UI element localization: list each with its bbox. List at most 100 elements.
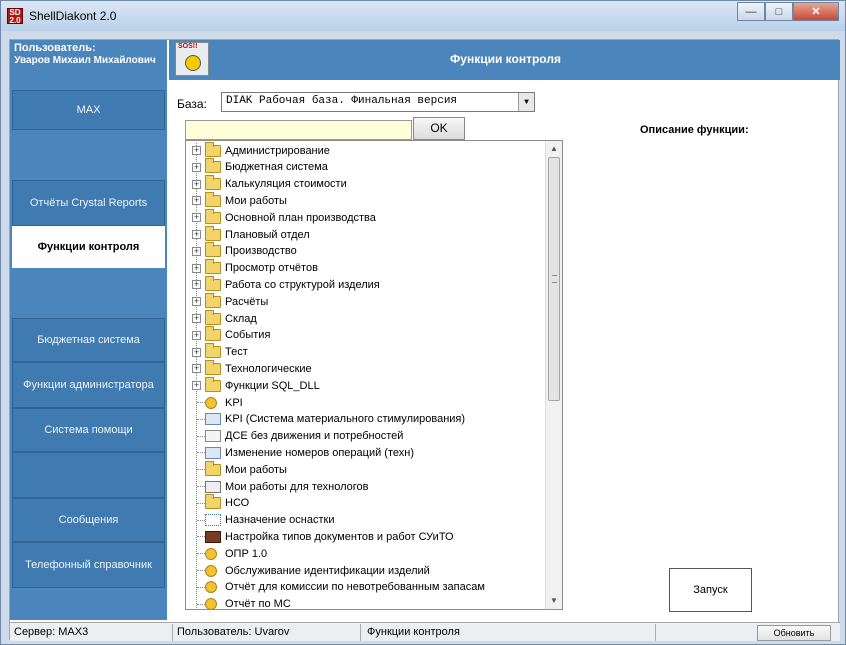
sidebar-item-max[interactable]: MAX: [12, 90, 165, 130]
expand-icon[interactable]: +: [192, 314, 201, 323]
refresh-button[interactable]: Обновить: [757, 625, 831, 641]
expand-icon[interactable]: +: [192, 179, 201, 189]
tree-connector: [197, 402, 205, 403]
tree-item[interactable]: ДСЕ без движения и потребностей: [186, 428, 546, 445]
scroll-up-icon[interactable]: ▲: [546, 141, 562, 157]
tree-item[interactable]: Обслуживание идентификации изделий: [186, 562, 546, 579]
tree-group-label: Администрирование: [225, 144, 330, 157]
expand-icon[interactable]: +: [192, 230, 201, 239]
chevron-down-icon[interactable]: ▼: [518, 93, 534, 111]
tree-group[interactable]: + События: [186, 326, 546, 344]
tree-item[interactable]: Мои работы для технологов: [186, 478, 546, 495]
tree-group[interactable]: + Основной план производства: [186, 208, 546, 226]
expand-icon[interactable]: +: [192, 347, 201, 357]
tree-item[interactable]: Отчёт для комиссии по невотребованным за…: [186, 579, 546, 596]
tree-item[interactable]: Изменение номеров операций (техн): [186, 444, 546, 461]
run-button[interactable]: Запуск: [669, 568, 752, 612]
description-label: Описание функции:: [640, 124, 749, 136]
close-button[interactable]: ✕: [793, 2, 839, 21]
tree-item[interactable]: Мои работы: [186, 460, 546, 478]
expand-icon[interactable]: +: [192, 246, 201, 256]
tree-item[interactable]: НСО: [186, 494, 546, 512]
folder-icon: [205, 242, 221, 258]
tree-scrollbar[interactable]: ▲ ▼: [545, 141, 562, 609]
tree-group[interactable]: + Функции SQL_DLL: [186, 376, 546, 394]
expand-icon[interactable]: +: [192, 213, 201, 223]
tree-connector: [197, 570, 205, 571]
sidebar-item-messages[interactable]: Сообщения: [12, 498, 165, 542]
tree-item[interactable]: Отчёт по МС: [186, 596, 546, 609]
tree-connector: [197, 486, 205, 487]
base-select[interactable]: DIAK Рабочая база. Финальная версия ▼: [221, 92, 535, 112]
sidebar-item-budget-system[interactable]: Бюджетная система: [12, 318, 165, 362]
tree-item[interactable]: KPI: [186, 394, 546, 411]
scroll-down-icon[interactable]: ▼: [546, 593, 562, 609]
tree-group[interactable]: + Плановый отдел: [186, 225, 546, 243]
expand-icon[interactable]: +: [192, 146, 201, 155]
tree-group[interactable]: + Работа со структурой изделия: [186, 275, 546, 293]
app-window: SD 2.0 ShellDiakont 2.0 — □ ✕ Пользовате…: [0, 0, 846, 645]
sidebar-item-phonebook[interactable]: Телефонный справочник: [12, 542, 165, 588]
sidebar-item-admin-functions[interactable]: Функции администратора: [12, 362, 165, 408]
tree-item[interactable]: KPI (Система материального стимулировани…: [186, 411, 546, 428]
sidebar-item-crystal-reports[interactable]: Отчёты Crystal Reports: [12, 180, 165, 226]
expand-icon[interactable]: +: [192, 162, 201, 172]
tree-item-label: KPI: [225, 396, 243, 409]
tree-group-label: Тест: [225, 346, 248, 359]
tree-group[interactable]: + Производство: [186, 242, 546, 260]
tree-group[interactable]: + Калькуляция стоимости: [186, 175, 546, 193]
expand-icon[interactable]: +: [192, 297, 201, 307]
edit-icon: [205, 430, 221, 443]
title-bar[interactable]: SD 2.0 ShellDiakont 2.0 — □ ✕: [1, 1, 845, 31]
tree-group-label: Мои работы: [225, 194, 287, 207]
key-icon: [205, 581, 217, 594]
expand-icon[interactable]: +: [192, 330, 201, 340]
tree-connector: [197, 536, 205, 538]
tree-item-label: Настройка типов документов и работ СУиТО: [225, 530, 454, 543]
tree-group[interactable]: + Склад: [186, 309, 546, 327]
tree-group[interactable]: + Администрирование: [186, 141, 546, 159]
tree-group[interactable]: + Тест: [186, 343, 546, 361]
tree-group-label: Калькуляция стоимости: [225, 178, 347, 191]
tree-connector: [197, 586, 205, 588]
expand-icon[interactable]: +: [192, 381, 201, 391]
client-area: Пользователь: Уваров Михаил Михайлович M…: [9, 39, 840, 641]
tree-group[interactable]: + Просмотр отчётов: [186, 259, 546, 277]
tree-group-label: Расчёты: [225, 295, 269, 308]
tree-group[interactable]: + Расчёты: [186, 292, 546, 310]
tree-item-label: Обслуживание идентификации изделий: [225, 564, 430, 577]
tree-item-label: ОПР 1.0: [225, 547, 268, 560]
sidebar-item-blank[interactable]: [12, 452, 165, 498]
folder-icon: [205, 494, 221, 510]
expand-icon[interactable]: +: [192, 364, 201, 374]
sidebar-item-control-functions[interactable]: Функции контроля: [12, 226, 165, 268]
tree-group[interactable]: + Бюджетная система: [186, 158, 546, 176]
minimize-button[interactable]: —: [737, 2, 765, 21]
window-title: ShellDiakont 2.0: [29, 9, 117, 23]
tree-item[interactable]: Настройка типов документов и работ СУиТО: [186, 528, 546, 545]
network-icon: [205, 514, 221, 527]
folder-icon: [205, 359, 221, 375]
book-icon: [205, 530, 221, 543]
search-input[interactable]: [185, 120, 412, 140]
key-icon: [205, 564, 217, 577]
tree-group[interactable]: + Технологические: [186, 359, 546, 377]
form-icon: [205, 413, 221, 426]
tree-item[interactable]: Назначение оснастки: [186, 512, 546, 529]
expand-icon[interactable]: +: [192, 196, 201, 206]
function-tree[interactable]: ▲ ▼ + Администрирование + Бюджетная система…: [185, 140, 563, 610]
key-icon: [205, 598, 217, 609]
tree-connector: [197, 418, 205, 420]
tree-group[interactable]: + Мои работы: [186, 191, 546, 209]
maximize-button[interactable]: □: [765, 2, 793, 21]
folder-icon: [205, 460, 221, 476]
expand-icon[interactable]: +: [192, 280, 201, 290]
scroll-thumb[interactable]: [548, 157, 560, 401]
form-icon: [205, 446, 221, 459]
tree-item[interactable]: ОПР 1.0: [186, 545, 546, 562]
folder-icon: [205, 326, 221, 342]
ok-button[interactable]: OK: [413, 117, 465, 140]
sidebar-item-help-system[interactable]: Система помощи: [12, 408, 165, 452]
tree-item-label: Изменение номеров операций (техн): [225, 446, 414, 459]
expand-icon[interactable]: +: [192, 263, 201, 273]
